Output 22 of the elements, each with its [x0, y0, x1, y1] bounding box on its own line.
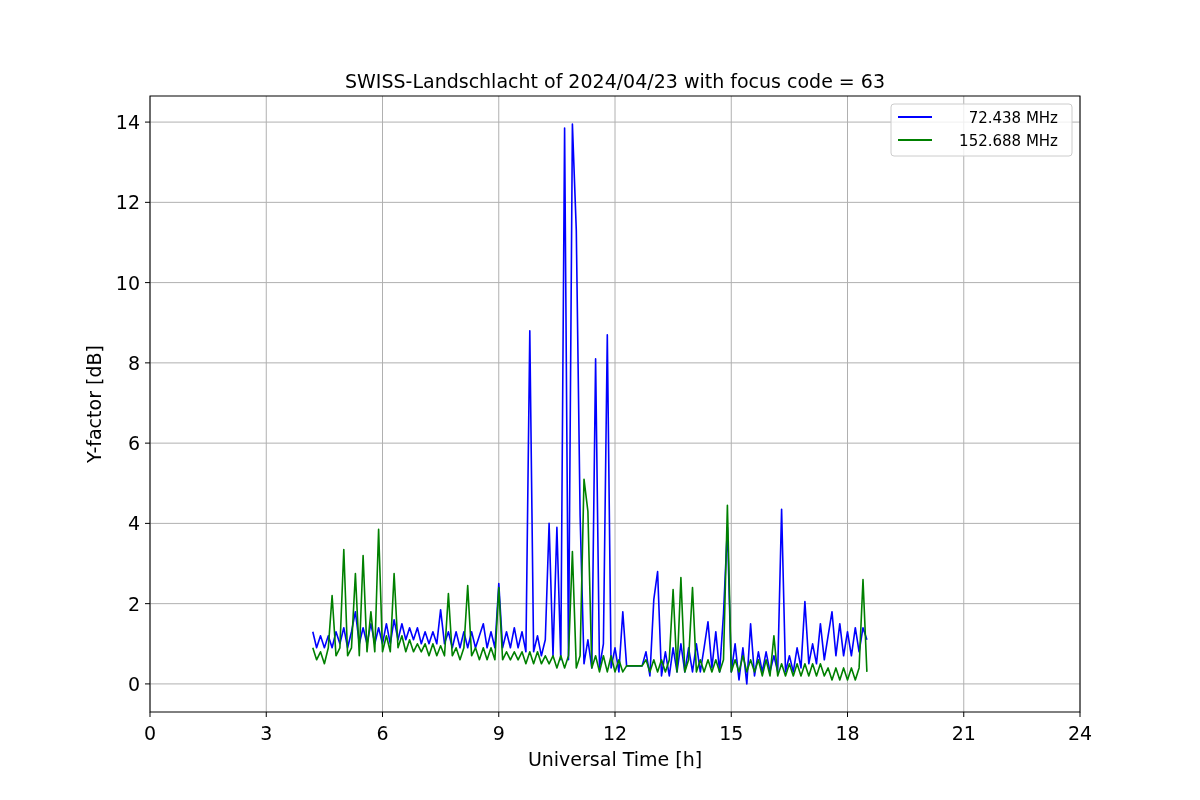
x-tick-label: 9 [492, 722, 505, 744]
y-tick-label: 6 [127, 432, 140, 455]
x-tick-label: 0 [143, 722, 157, 744]
x-tick-label: 6 [376, 722, 389, 744]
y-tick-label: 12 [115, 191, 140, 214]
x-tick-label: 21 [951, 722, 976, 744]
y-tick-label: 4 [127, 512, 140, 535]
x-tick-label: 3 [260, 722, 273, 744]
y-tick-label: 14 [115, 111, 140, 134]
y-tick-label: 2 [127, 592, 140, 615]
legend-label: 72.438 MHz [968, 109, 1058, 127]
x-tick-label: 18 [835, 722, 860, 744]
legend-label: 152.688 MHz [959, 132, 1058, 150]
y-tick-label: 8 [127, 351, 140, 374]
x-tick-label: 15 [719, 722, 744, 744]
y-tick-label: 10 [115, 271, 140, 294]
x-tick-label: 12 [602, 722, 628, 744]
x-tick-label: 24 [1067, 722, 1093, 744]
chart-title: SWISS-Landschlacht of 2024/04/23 with focus code = 63 [345, 70, 885, 92]
x-axis-label: Universal Time [h] [527, 748, 703, 770]
y-axis-label: Y-factor [dB] [83, 345, 105, 463]
y-tick-label: 0 [127, 672, 140, 695]
